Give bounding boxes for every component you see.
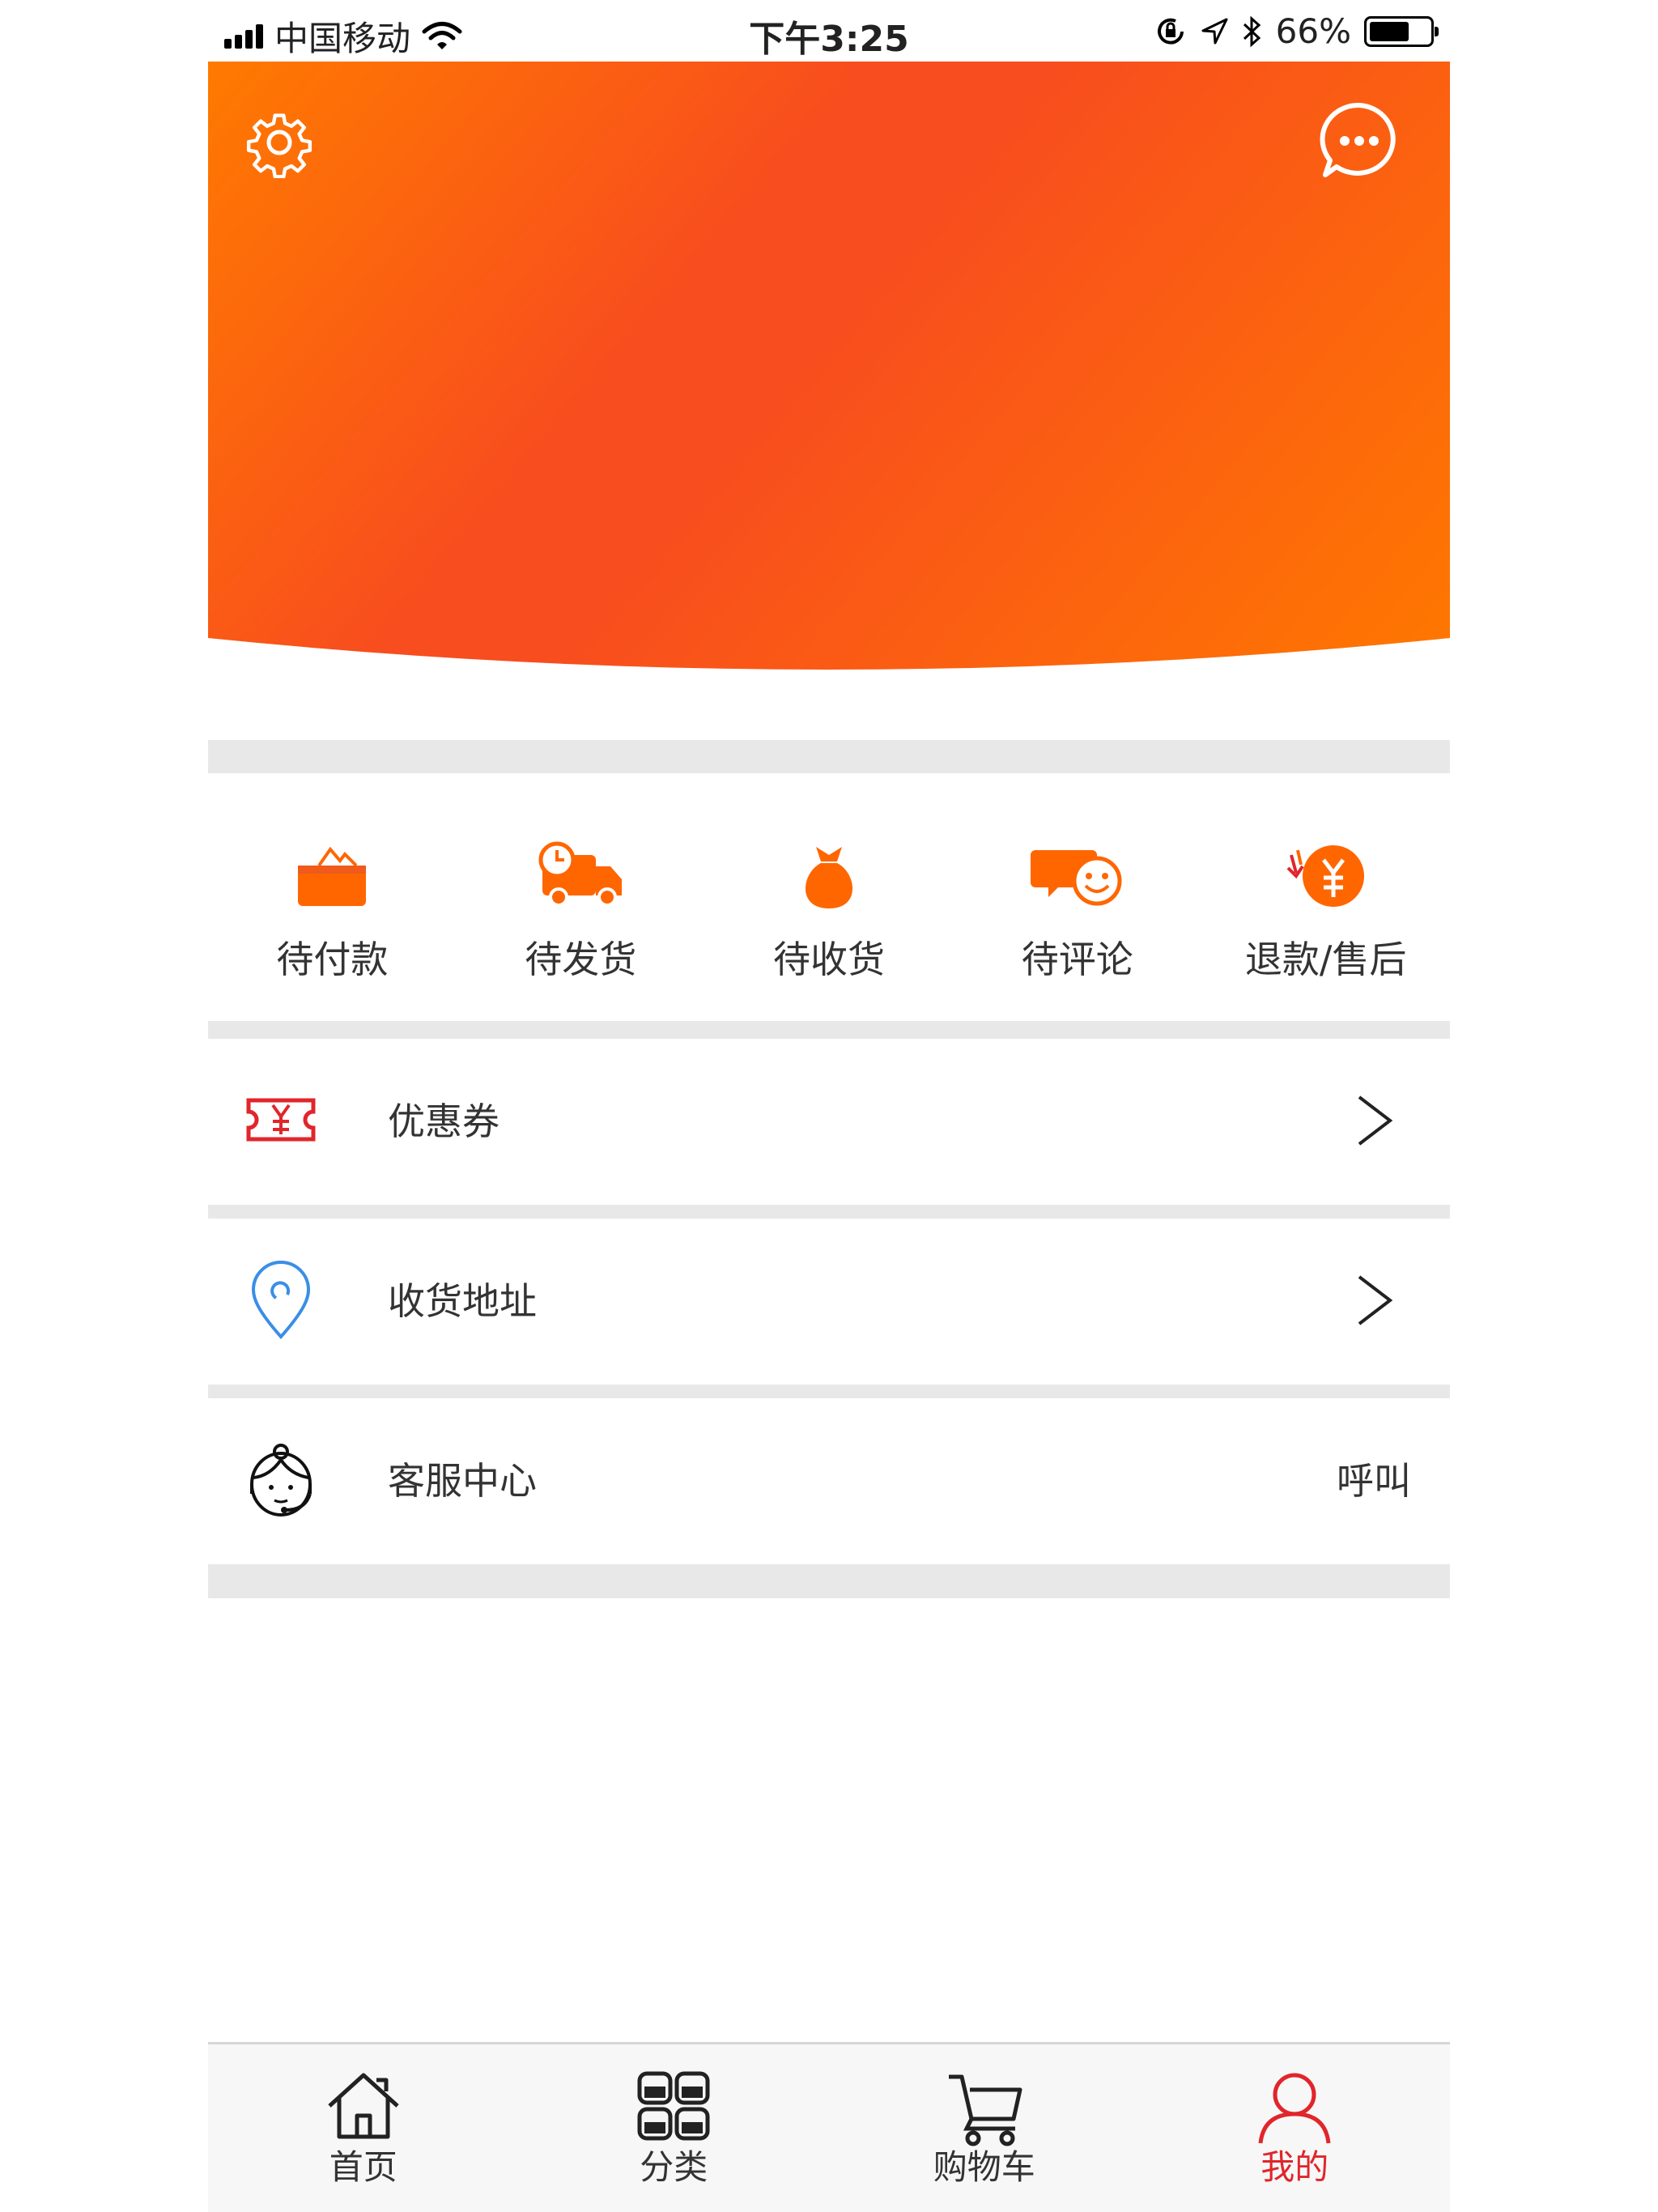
customer-service-icon [250, 1444, 312, 1516]
order-label: 退款/售后 [1244, 938, 1407, 981]
orientation-lock-icon [1157, 18, 1184, 45]
tab-category[interactable]: 分类 [519, 2044, 830, 2212]
tab-label: 分类 [640, 2147, 708, 2187]
status-bar: 中国移动 下午3:25 66% [208, 0, 1450, 62]
tab-label: 购物车 [933, 2147, 1035, 2187]
menu-label: 客服中心 [388, 1459, 537, 1503]
call-button[interactable]: 呼叫 [1337, 1398, 1411, 1564]
order-pending-review[interactable]: 待评论 [953, 773, 1201, 1021]
bluetooth-icon [1243, 15, 1261, 47]
order-pending-shipment[interactable]: 待发货 [457, 773, 705, 1021]
bottom-tab-bar: 首页 分类 购物车 我的 [208, 2042, 1450, 2212]
section-divider [208, 1385, 1450, 1398]
order-pending-receipt[interactable]: 待收货 [705, 773, 954, 1021]
phone-screen: 中国移动 下午3:25 66% 待付款 待发货 待收货 待评论 退款/售后 优惠… [208, 0, 1450, 2212]
header-curve [208, 638, 1450, 677]
cart-icon [948, 2074, 1022, 2146]
chevron-right-icon [1358, 1095, 1393, 1146]
delivery-truck-icon [538, 841, 623, 907]
section-divider [208, 1205, 1450, 1219]
section-divider [208, 1564, 1450, 1598]
menu-row-customer-service[interactable]: 客服中心 呼叫 [208, 1398, 1450, 1564]
coupon-icon [246, 1098, 316, 1142]
home-icon [328, 2073, 399, 2139]
order-label: 待发货 [525, 938, 637, 981]
section-divider [208, 1021, 1450, 1039]
chat-bubble-icon[interactable] [1319, 100, 1400, 181]
gear-icon[interactable] [244, 107, 315, 178]
menu-label: 收货地址 [388, 1279, 537, 1323]
review-smiley-icon [1030, 850, 1122, 906]
location-pin-icon [251, 1261, 311, 1340]
category-grid-icon [637, 2071, 710, 2141]
section-divider [208, 740, 1450, 773]
order-refund[interactable]: 退款/售后 [1201, 773, 1450, 1021]
refund-yuan-icon [1286, 845, 1364, 907]
money-bag-icon [805, 847, 853, 908]
tab-label: 我的 [1261, 2147, 1329, 2187]
status-right: 66% [1154, 11, 1439, 51]
profile-header [208, 62, 1450, 677]
location-arrow-icon [1201, 18, 1228, 44]
order-label: 待评论 [1021, 938, 1133, 981]
chevron-right-icon [1358, 1275, 1393, 1325]
menu-row-coupons[interactable]: 优惠券 [208, 1039, 1450, 1205]
order-label: 待收货 [772, 938, 885, 981]
tab-home[interactable]: 首页 [208, 2044, 519, 2212]
menu-row-address[interactable]: 收货地址 [208, 1219, 1450, 1385]
order-status-row: 待付款 待发货 待收货 待评论 退款/售后 [208, 773, 1450, 1021]
order-pending-payment[interactable]: 待付款 [208, 773, 457, 1021]
tab-mine[interactable]: 我的 [1140, 2044, 1451, 2212]
tab-label: 首页 [329, 2147, 397, 2187]
user-icon [1258, 2073, 1331, 2144]
tab-cart[interactable]: 购物车 [829, 2044, 1140, 2212]
wallet-icon [298, 846, 367, 906]
battery-percent: 66% [1275, 11, 1351, 51]
order-label: 待付款 [276, 938, 389, 981]
menu-label: 优惠券 [388, 1100, 500, 1143]
battery-icon [1364, 15, 1439, 47]
